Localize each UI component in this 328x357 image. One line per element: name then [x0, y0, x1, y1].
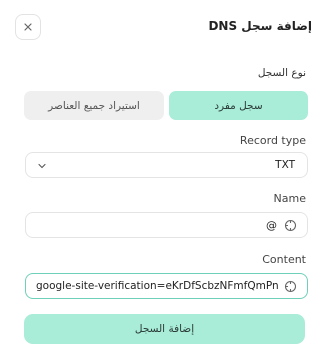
dialog-title: إضافة سجل DNS: [208, 19, 312, 33]
name-field[interactable]: @: [25, 212, 308, 238]
chevron-down-icon: [38, 163, 46, 169]
close-button[interactable]: [15, 14, 41, 40]
name-value: @: [266, 218, 277, 232]
spinner-icon: [284, 219, 297, 232]
record-kind-label: نوع السجل: [257, 67, 306, 79]
tab-single-record[interactable]: سجل مفرد: [169, 91, 308, 120]
close-icon: [24, 23, 32, 31]
content-field[interactable]: google-site-verification=eKrDfScbzNFmfQm…: [25, 273, 308, 299]
content-label: Content: [262, 253, 306, 266]
record-type-label: Record type: [239, 134, 306, 147]
spinner-icon: [284, 280, 297, 293]
content-value: google-site-verification=eKrDfScbzNFmfQm…: [36, 280, 279, 292]
record-type-value: TXT: [275, 159, 295, 171]
add-record-button[interactable]: إضافة السجل: [24, 314, 305, 344]
tab-import-all[interactable]: استيراد جميع العناصر: [24, 91, 164, 120]
record-type-select[interactable]: TXT: [25, 152, 308, 178]
name-label: Name: [273, 192, 306, 205]
